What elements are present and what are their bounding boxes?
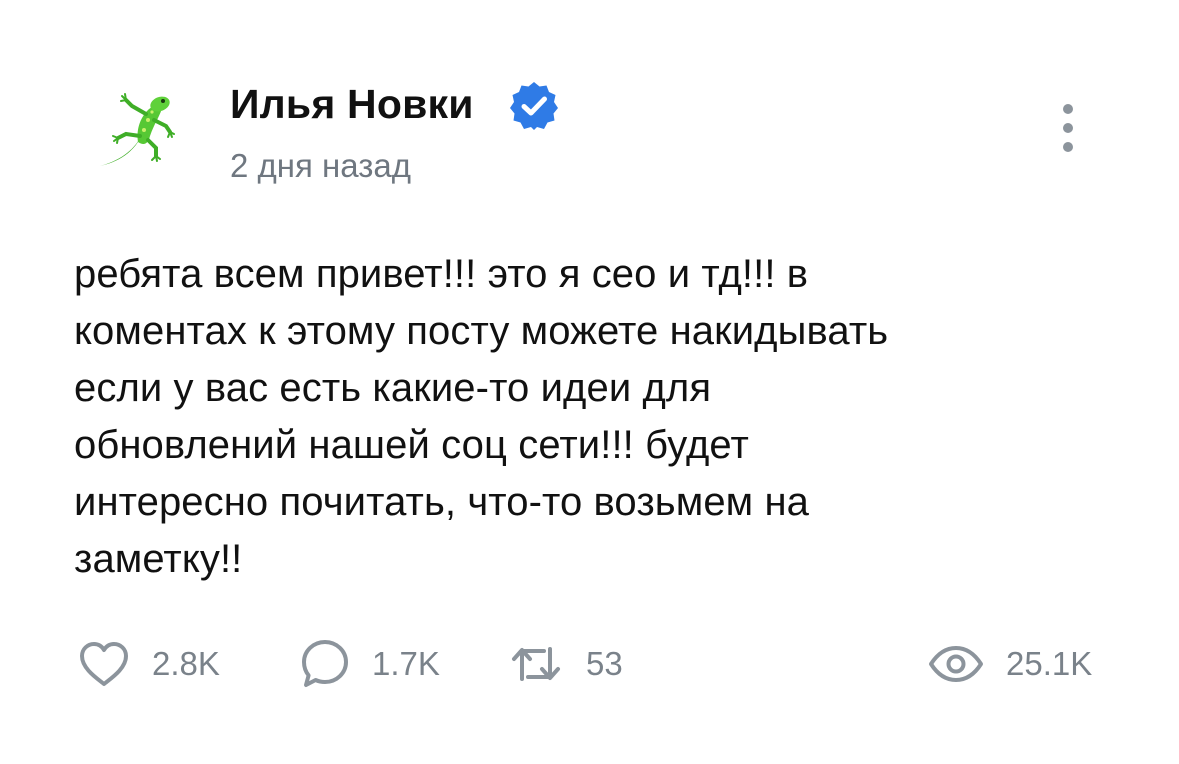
more-dot xyxy=(1063,104,1073,114)
eye-icon xyxy=(929,646,983,682)
verified-badge-icon xyxy=(510,82,558,130)
repost-icon xyxy=(512,647,560,681)
comment-bubble-icon xyxy=(302,640,348,687)
more-dot xyxy=(1063,142,1073,152)
post-text: ребята всем привет!!! это я сео и тд!!! … xyxy=(74,252,889,581)
like-button[interactable]: 2.8K xyxy=(78,636,220,692)
like-count: 2.8K xyxy=(152,645,220,682)
views-indicator: 25.1K xyxy=(928,636,1092,692)
more-options-button[interactable] xyxy=(1050,102,1086,154)
repost-count: 53 xyxy=(586,645,623,682)
views-count: 25.1K xyxy=(1006,645,1093,682)
more-dot xyxy=(1063,123,1073,133)
author-name[interactable]: Илья Новки xyxy=(230,80,474,128)
repost-button[interactable]: 53 xyxy=(508,636,623,692)
comment-button[interactable]: 1.7K xyxy=(300,636,440,692)
lizard-icon xyxy=(100,93,175,166)
avatar[interactable] xyxy=(92,90,178,176)
comment-count: 1.7K xyxy=(372,645,440,682)
heart-icon xyxy=(80,642,128,686)
post-card: Илья Новки 2 дня назад ребята всем приве… xyxy=(0,0,1179,764)
post-timestamp: 2 дня назад xyxy=(230,147,411,184)
